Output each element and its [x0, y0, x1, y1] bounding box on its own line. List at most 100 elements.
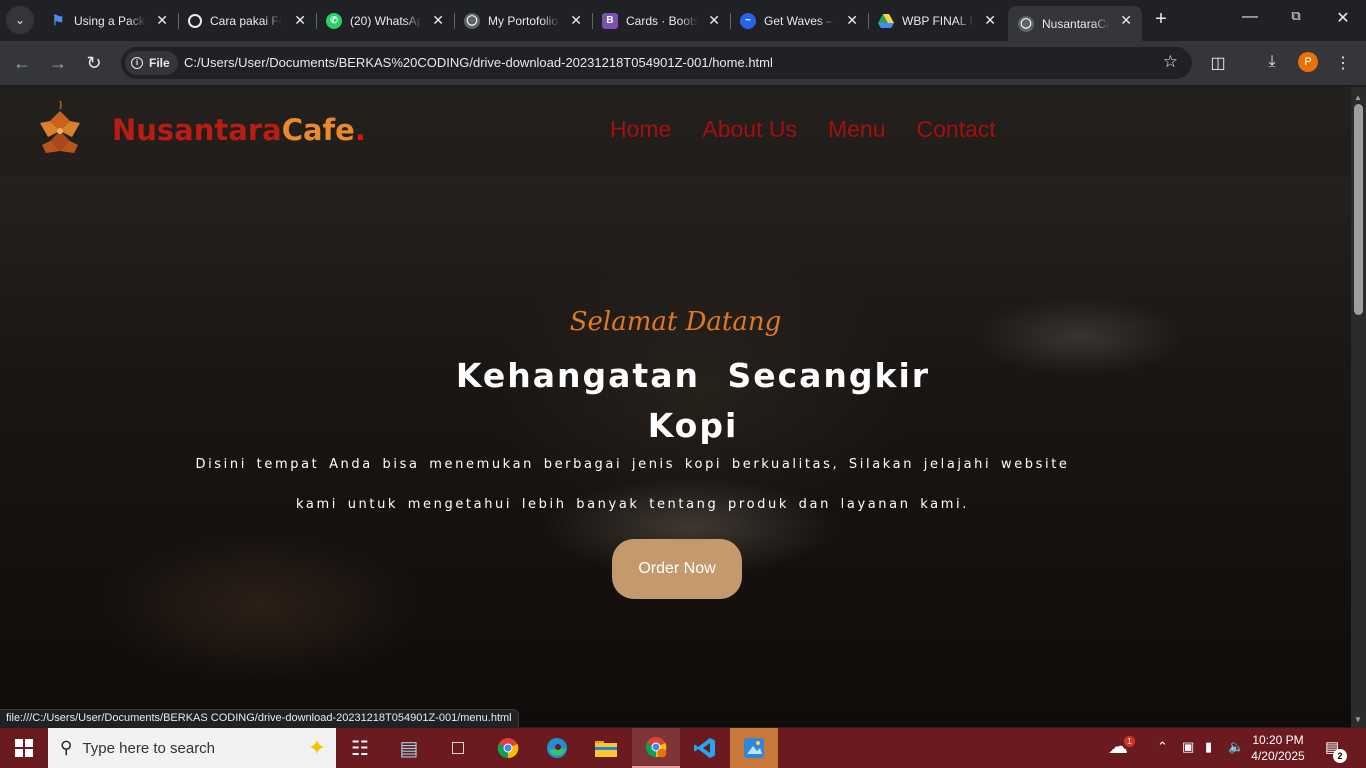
- bookmark-star-icon[interactable]: ☆: [1163, 52, 1178, 72]
- scroll-down-icon[interactable]: ▼: [1354, 715, 1362, 724]
- tab-search-button[interactable]: ⌄: [6, 6, 34, 34]
- close-tab-icon[interactable]: ✕: [1120, 12, 1132, 29]
- battery-icon[interactable]: ▮: [1205, 739, 1212, 755]
- globe-icon: ◯: [1018, 15, 1034, 32]
- search-icon: ⚲: [60, 738, 73, 757]
- coffee-logo-icon: [36, 99, 84, 155]
- weather-badge: 1: [1124, 736, 1135, 747]
- paint-icon[interactable]: [730, 728, 778, 768]
- browser-tab-strip: ⌄ ⚑ Using a Pack ✕ Cara pakai Fo ✕ ✆ (20…: [0, 0, 1366, 41]
- site-info-chip[interactable]: i File: [125, 51, 178, 75]
- tab-title: Cards · Boots: [626, 13, 698, 28]
- hero-headline: Kehangatan Secangkir Kopi: [430, 351, 956, 451]
- close-tab-icon[interactable]: ✕: [432, 12, 444, 29]
- nav-contact[interactable]: Contact: [917, 116, 996, 143]
- volume-icon[interactable]: 🔈: [1228, 739, 1244, 755]
- sparkle-icon: ✦: [307, 735, 326, 760]
- nav-about-us[interactable]: About Us: [702, 116, 797, 143]
- tab-title: Using a Pack: [74, 13, 145, 28]
- taskbar-search[interactable]: ⚲ Type here to search ✦: [48, 728, 336, 768]
- tab-title: My Portofolio: [488, 13, 559, 28]
- reload-icon[interactable]: ↻: [81, 51, 107, 77]
- site-header: NusantaraCafe. Home About Us Menu Contac…: [0, 87, 1351, 177]
- hero-section: Selamat Datang Kehangatan Secangkir Kopi…: [0, 87, 1351, 727]
- tab-title: WBP FINAL P: [902, 13, 974, 28]
- openai-icon: [188, 13, 202, 28]
- tab-5[interactable]: B Cards · Boots ✕: [592, 6, 730, 35]
- tab-title: Get Waves –: [764, 13, 833, 28]
- start-button[interactable]: [0, 728, 48, 768]
- chrome-icon[interactable]: [484, 728, 532, 768]
- google-drive-icon: [878, 13, 894, 29]
- tab-3[interactable]: ✆ (20) WhatsAp ✕: [316, 6, 454, 35]
- tab-7[interactable]: WBP FINAL P ✕: [868, 6, 1006, 35]
- chip-label: File: [149, 56, 170, 70]
- notes-icon[interactable]: ▤: [385, 728, 433, 768]
- order-now-button[interactable]: Order Now: [612, 539, 742, 599]
- url-text[interactable]: C:/Users/User/Documents/BERKAS%20CODING/…: [184, 55, 773, 70]
- chrome-profile-icon[interactable]: [632, 728, 680, 768]
- brand-dot: .: [354, 113, 366, 147]
- tab-6[interactable]: ~ Get Waves – ✕: [730, 6, 868, 35]
- close-tab-icon[interactable]: ✕: [708, 12, 720, 29]
- link-status-bar: file:///C:/Users/User/Documents/BERKAS C…: [0, 709, 519, 727]
- brand-logo[interactable]: NusantaraCafe.: [112, 113, 366, 147]
- task-view-icon[interactable]: ☷: [336, 728, 384, 768]
- bootstrap-icon: B: [602, 12, 618, 29]
- file-icon[interactable]: □: [434, 728, 482, 768]
- scroll-up-icon[interactable]: ▲: [1354, 93, 1362, 102]
- brand-part-2: Cafe: [281, 113, 355, 147]
- whatsapp-icon: ✆: [326, 12, 342, 29]
- profile-avatar[interactable]: P: [1298, 52, 1318, 72]
- minimize-icon[interactable]: —: [1240, 8, 1260, 26]
- tab-1[interactable]: ⚑ Using a Pack ✕: [40, 6, 178, 35]
- new-tab-button[interactable]: +: [1150, 8, 1172, 31]
- page-scrollbar[interactable]: ▲ ▼: [1351, 87, 1366, 728]
- hero-greeting: Selamat Datang: [569, 307, 782, 337]
- brand-part-1: Nusantara: [112, 113, 282, 147]
- scroll-thumb[interactable]: [1354, 104, 1363, 315]
- clock-date: 4/20/2025: [1251, 749, 1305, 763]
- more-menu-icon[interactable]: ⋮: [1332, 53, 1354, 73]
- extensions-icon[interactable]: ◫: [1207, 53, 1229, 73]
- show-hidden-icons[interactable]: ⌃: [1157, 739, 1168, 755]
- close-tab-icon[interactable]: ✕: [846, 12, 858, 29]
- tab-title: NusantaraCaf: [1042, 16, 1110, 31]
- meet-now-icon[interactable]: ▣: [1182, 739, 1194, 755]
- site-nav: Home About Us Menu Contact: [610, 116, 996, 143]
- info-icon: i: [131, 57, 143, 69]
- close-tab-icon[interactable]: ✕: [294, 12, 306, 29]
- restore-icon[interactable]: ⧉: [1286, 8, 1306, 24]
- flag-icon: ⚑: [51, 12, 65, 28]
- download-icon[interactable]: ⤓: [1261, 53, 1283, 71]
- close-tab-icon[interactable]: ✕: [570, 12, 582, 29]
- notification-badge: 2: [1333, 749, 1347, 763]
- nav-menu[interactable]: Menu: [828, 116, 886, 143]
- close-tab-icon[interactable]: ✕: [156, 12, 168, 29]
- edge-icon[interactable]: [533, 728, 581, 768]
- page-viewport: Selamat Datang Kehangatan Secangkir Kopi…: [0, 87, 1351, 727]
- address-bar[interactable]: i File C:/Users/User/Documents/BERKAS%20…: [121, 47, 1192, 79]
- forward-icon[interactable]: →: [45, 51, 71, 77]
- nav-home[interactable]: Home: [610, 116, 671, 143]
- tab-active[interactable]: ◯ NusantaraCaf ✕: [1008, 6, 1142, 41]
- back-icon[interactable]: ←: [9, 51, 35, 77]
- chevron-down-icon: ⌄: [14, 13, 26, 27]
- system-clock[interactable]: 10:20 PM 4/20/2025: [1248, 732, 1308, 764]
- vscode-icon[interactable]: [681, 728, 729, 768]
- file-explorer-icon[interactable]: [582, 728, 630, 768]
- hero-description: Disini tempat Anda bisa menemukan berbag…: [195, 457, 1070, 512]
- clock-time: 10:20 PM: [1252, 733, 1304, 747]
- windows-logo-icon: [15, 739, 33, 757]
- tab-2[interactable]: Cara pakai Fo ✕: [178, 6, 316, 35]
- headline-line-2: Kopi: [647, 406, 739, 445]
- browser-toolbar: ← → ↻ i File C:/Users/User/Documents/BER…: [0, 41, 1366, 86]
- headline-line-1: Kehangatan Secangkir: [455, 356, 931, 395]
- close-window-icon[interactable]: ✕: [1333, 8, 1353, 28]
- tab-4[interactable]: ◯ My Portofolio ✕: [454, 6, 592, 35]
- search-placeholder: Type here to search: [82, 739, 216, 757]
- close-tab-icon[interactable]: ✕: [984, 12, 996, 29]
- windows-taskbar: ⚲ Type here to search ✦ ☷ ▤ □ ☁ 1 ⌃ ▣ ▮ …: [0, 728, 1366, 768]
- tab-title: (20) WhatsAp: [350, 13, 422, 28]
- globe-icon: ◯: [464, 12, 480, 29]
